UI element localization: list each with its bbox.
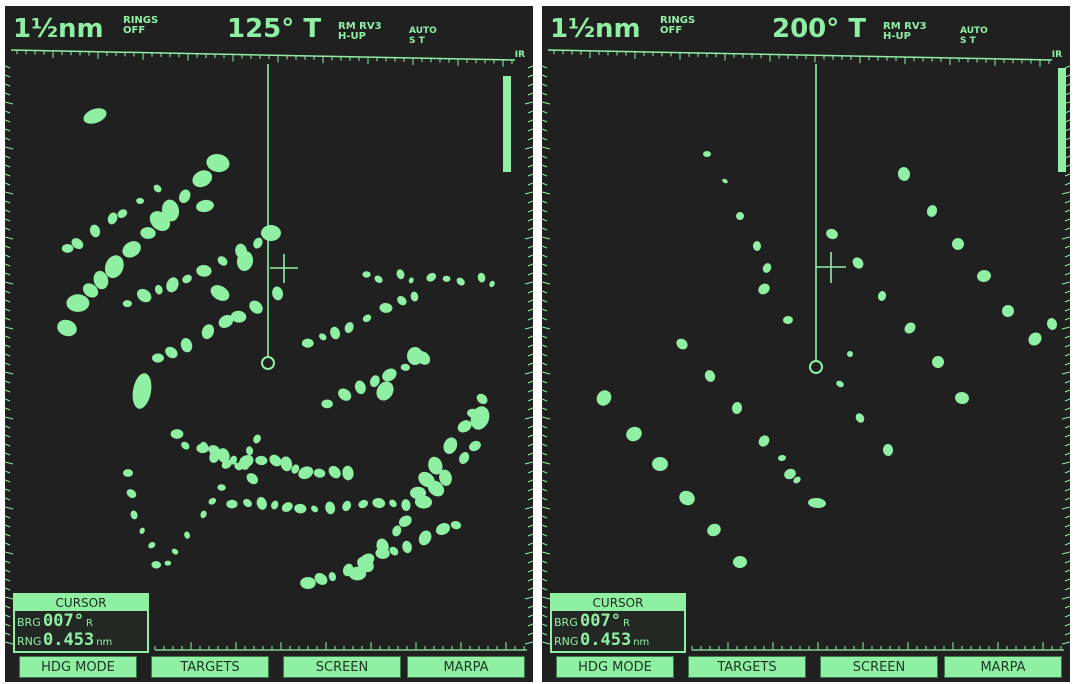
auto-label: AUTO [409,26,437,36]
rng-label: RNG [17,635,42,648]
orientation-label: H-UP [883,31,911,42]
rings-status[interactable]: RINGS OFF [660,16,695,36]
brg-label: BRG [17,616,41,629]
brg-unit: R [85,618,93,629]
cursor-crosshair-icon[interactable] [270,254,298,283]
cursor-crosshair-icon[interactable] [816,252,846,283]
brg-unit: R [622,618,630,629]
motion-mode[interactable]: RM RV3 H-UP [883,22,927,42]
auto-value: S T [960,36,976,46]
cursor-readout: CURSOR BRG 007° R RNG 0.453 nm [550,593,686,653]
hdg-mode-button[interactable]: HDG MODE [19,656,137,678]
auto-status[interactable]: AUTO S T [960,26,988,46]
cursor-readout: CURSOR BRG 007° R RNG 0.453 nm [13,593,149,653]
targets-button[interactable]: TARGETS [151,656,269,678]
auto-label: AUTO [960,26,988,36]
gain-bar [503,76,511,172]
rings-value: OFF [660,25,683,36]
auto-value: S T [409,36,425,46]
rings-value: OFF [123,25,146,36]
bearing-row: BRG 007° R [552,611,684,631]
cursor-title: CURSOR [552,595,684,611]
rng-label: RNG [554,635,579,648]
own-ship-marker [809,360,823,374]
motion-mode[interactable]: RM RV3 H-UP [338,22,382,42]
radar-echoes [57,108,495,590]
bearing-row: BRG 007° R [15,611,147,631]
range-row: RNG 0.453 nm [15,630,147,650]
ir-label: IR [1051,50,1062,60]
softkey-bar: HDG MODE TARGETS SCREEN MARPA [11,656,525,680]
marpa-button[interactable]: MARPA [407,656,525,678]
own-ship-marker [261,356,275,370]
brg-value: 007° [43,611,84,631]
auto-status[interactable]: AUTO S T [409,26,437,46]
screen-button[interactable]: SCREEN [820,656,938,678]
ir-label: IR [514,50,525,60]
gain-bar [1058,68,1066,172]
range-scale[interactable]: 1½nm [13,16,104,42]
hdg-mode-button[interactable]: HDG MODE [556,656,674,678]
radar-display-right [542,49,1070,651]
radar-display-left [5,49,533,651]
heading-readout: 125° T [227,14,322,44]
rng-unit: nm [633,637,650,648]
radar-screen-right: 1½nm RINGS OFF 200° T RM RV3 H-UP AUTO S… [542,6,1070,682]
rng-value: 0.453 [580,630,632,650]
heading-readout: 200° T [772,14,867,44]
rng-unit: nm [96,637,113,648]
brg-value: 007° [580,611,621,631]
rng-value: 0.453 [43,630,95,650]
softkey-bar: HDG MODE TARGETS SCREEN MARPA [548,656,1062,680]
radar-screen-left: 1½nm RINGS OFF 125° T RM RV3 H-UP AUTO S… [5,6,533,682]
rings-status[interactable]: RINGS OFF [123,16,158,36]
orientation-label: H-UP [338,31,366,42]
targets-button[interactable]: TARGETS [688,656,806,678]
cursor-title: CURSOR [15,595,147,611]
brg-label: BRG [554,616,578,629]
radar-echoes [596,151,1058,569]
marpa-button[interactable]: MARPA [944,656,1062,678]
range-row: RNG 0.453 nm [552,630,684,650]
range-scale[interactable]: 1½nm [550,16,641,42]
screen-button[interactable]: SCREEN [283,656,401,678]
